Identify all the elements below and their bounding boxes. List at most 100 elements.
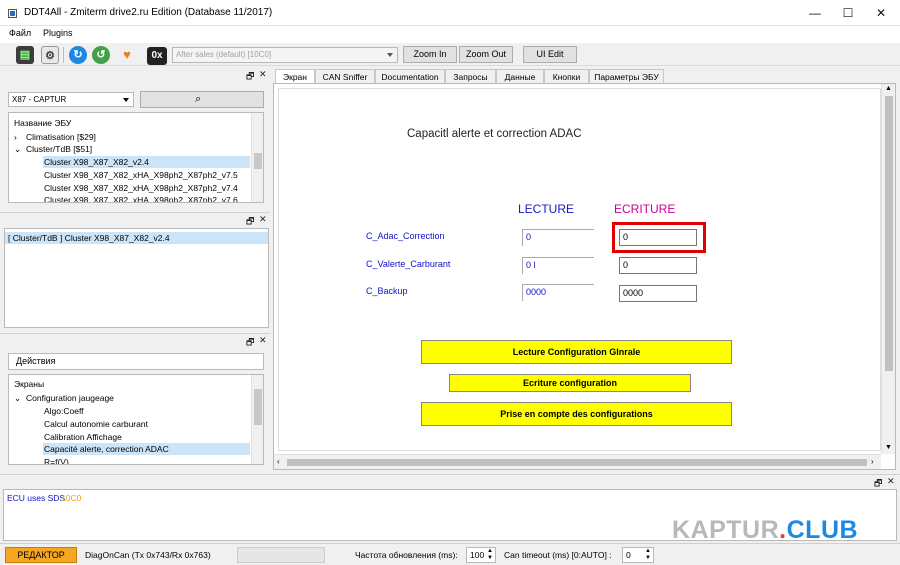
- scrollbar-thumb[interactable]: [287, 459, 867, 466]
- vehicle-select[interactable]: X87 - CAPTUR: [8, 92, 134, 107]
- tree-item[interactable]: Cluster X98_X87_X82_xHA_X98ph2_X87ph2_v7…: [44, 194, 238, 202]
- selected-dock-header: 🗗 ✕: [0, 212, 270, 226]
- spinner-arrows-icon[interactable]: ▲ ▼: [487, 548, 493, 562]
- refresh-icon[interactable]: ↻: [69, 46, 87, 64]
- write-input[interactable]: 0: [619, 229, 697, 246]
- screens-tree-scrollbar[interactable]: [251, 375, 263, 464]
- rate-label: Частота обновления (ms):: [355, 550, 458, 560]
- list-item[interactable]: [ Cluster/TdB ] Cluster X98_X87_X82_v2.4: [5, 232, 268, 244]
- close-icon[interactable]: ✕: [259, 335, 267, 346]
- ecu-dock-header: 🗗 ✕: [0, 68, 270, 81]
- scroll-left-icon[interactable]: ‹: [277, 457, 280, 466]
- screen-title: Capacitl alerte et correction ADAC: [407, 128, 582, 140]
- screens-tree[interactable]: Экраны ⌄ Configuration jaugeage Algo:Coef…: [8, 374, 264, 465]
- actions-button[interactable]: Действия: [8, 353, 264, 370]
- tree-item[interactable]: Calcul autonomie carburant: [44, 418, 148, 430]
- scrollbar-thumb[interactable]: [254, 153, 262, 169]
- settings-icon[interactable]: ⚙: [41, 46, 59, 64]
- screen-vertical-scrollbar[interactable]: ▲ ▼: [881, 84, 895, 454]
- maximize-button[interactable]: ☐: [831, 0, 865, 26]
- monitor-icon[interactable]: ▤: [16, 46, 34, 64]
- param-label: C_Valerte_Carburant: [366, 259, 451, 269]
- float-icon[interactable]: 🗗: [246, 335, 254, 351]
- ecu-scan-button[interactable]: ⌕: [140, 91, 264, 108]
- tab-screen[interactable]: Экран: [275, 69, 315, 84]
- read-config-button[interactable]: Lecture Configuration Glnrale: [421, 340, 732, 364]
- write-input[interactable]: 0: [619, 257, 697, 274]
- close-window-button[interactable]: ✕: [864, 0, 898, 26]
- scrollbar-thumb[interactable]: [254, 389, 262, 425]
- editor-badge[interactable]: РЕДАКТОР: [5, 547, 77, 563]
- watermark-logo: KAPTUR.CLUB: [672, 516, 859, 544]
- scroll-up-icon[interactable]: ▲: [885, 85, 892, 92]
- close-icon[interactable]: ✕: [887, 476, 895, 487]
- log-panel: ECU uses SDS 10C0 KAPTUR.CLUB: [3, 489, 897, 544]
- tree-item[interactable]: Cluster X98_X87_X82_xHA_X98ph2_X87ph2_v7…: [44, 169, 238, 181]
- screens-dock-header: 🗗 ✕: [0, 333, 270, 347]
- tree-item[interactable]: R=f(V): [44, 456, 69, 464]
- read-value: 0: [522, 229, 594, 246]
- close-icon[interactable]: ✕: [259, 214, 267, 225]
- rate-spinbox[interactable]: 100 ▲ ▼: [466, 547, 496, 563]
- tree-header: Название ЭБУ: [14, 118, 72, 128]
- window-title: DDT4All - Zmiterm drive2.ru Edition (Dat…: [24, 7, 273, 18]
- tab-can-sniffer[interactable]: CAN Sniffer: [315, 69, 375, 83]
- tab-buttons[interactable]: Кнопки: [544, 69, 589, 83]
- ecu-tree[interactable]: Название ЭБУ › Climatisation [$29] ⌄ Clust…: [8, 112, 264, 203]
- session-select[interactable]: After sales (default) [10C0]: [172, 47, 398, 63]
- toolbar: ▤ ⚙ ↻ ↺ ♥ 0x After sales (default) [10C0…: [0, 43, 900, 66]
- menu-file[interactable]: Файл: [9, 28, 31, 38]
- spinner-arrows-icon[interactable]: ▲ ▼: [645, 548, 651, 562]
- scrollbar-thumb[interactable]: [885, 96, 893, 371]
- connect-icon[interactable]: ↺: [92, 46, 110, 64]
- tab-data[interactable]: Данные: [496, 69, 544, 83]
- tree-header: Экраны: [14, 379, 45, 389]
- expand-icon[interactable]: ›: [14, 131, 26, 143]
- tree-item-selected[interactable]: Cluster X98_X87_X82_v2.4: [43, 156, 250, 168]
- tab-requests[interactable]: Запросы: [445, 69, 496, 83]
- expand-icon[interactable]: ⌄: [14, 392, 26, 404]
- scroll-down-icon[interactable]: ▼: [885, 444, 892, 451]
- param-label: C_Backup: [366, 286, 408, 296]
- tree-item[interactable]: Cluster X98_X87_X82_xHA_X98ph2_X87ph2_v7…: [44, 182, 238, 194]
- tree-item[interactable]: ⌄ Configuration jaugeage: [14, 392, 254, 404]
- heart-monitor-icon[interactable]: ♥: [118, 46, 136, 64]
- selected-ecu-list[interactable]: [ Cluster/TdB ] Cluster X98_X87_X82_v2.4: [4, 228, 269, 328]
- progress-box: [237, 547, 325, 563]
- chevron-down-icon: [123, 98, 129, 102]
- tree-item[interactable]: Algo:Coeff: [44, 405, 84, 417]
- tree-item[interactable]: Calibration Affichage: [44, 431, 122, 443]
- close-icon[interactable]: ✕: [259, 69, 267, 80]
- timeout-spinbox[interactable]: 0 ▲ ▼: [622, 547, 654, 563]
- minimize-button[interactable]: —: [798, 0, 832, 26]
- read-value: 0 l: [522, 257, 594, 274]
- tree-item[interactable]: › Climatisation [$29]: [14, 131, 254, 143]
- tab-ecu-params[interactable]: Параметры ЭБУ: [589, 69, 664, 83]
- menu-bar: Файл Plugins: [0, 26, 900, 43]
- log-code: 10C0: [61, 493, 82, 503]
- tab-documentation[interactable]: Documentation: [375, 69, 445, 83]
- screen-horizontal-scrollbar[interactable]: ‹ ›: [274, 454, 881, 469]
- title-bar: DDT4All - Zmiterm drive2.ru Edition (Dat…: [0, 0, 900, 26]
- hex-mode-icon[interactable]: 0x: [147, 47, 167, 65]
- app-icon: [8, 9, 17, 18]
- read-header: LECTURE: [518, 202, 575, 216]
- ui-edit-button[interactable]: UI Edit: [523, 46, 577, 63]
- chevron-down-icon: [387, 53, 393, 57]
- tree-item[interactable]: ⌄ Cluster/TdB [$51]: [14, 143, 254, 155]
- ecu-tree-scrollbar[interactable]: [251, 113, 263, 202]
- float-icon[interactable]: 🗗: [246, 69, 254, 85]
- write-header: ECRITURE: [614, 202, 676, 216]
- zoom-in-button[interactable]: Zoom In: [403, 46, 457, 63]
- apply-config-button[interactable]: Prise en compte des configurations: [421, 402, 732, 426]
- can-status: DiagOnCan (Tx 0x743/Rx 0x763): [85, 550, 211, 560]
- write-input[interactable]: 0000: [619, 285, 697, 302]
- scan-search-icon: ⌕: [195, 93, 202, 105]
- menu-plugins[interactable]: Plugins: [43, 28, 73, 38]
- scroll-right-icon[interactable]: ›: [871, 457, 874, 466]
- tree-item-selected[interactable]: Capacité alerte, correction ADAC: [43, 443, 250, 455]
- zoom-out-button[interactable]: Zoom Out: [459, 46, 513, 63]
- expand-icon[interactable]: ⌄: [14, 143, 26, 155]
- log-text: ECU uses SDS: [7, 493, 66, 503]
- write-config-button[interactable]: Ecriture configuration: [449, 374, 691, 392]
